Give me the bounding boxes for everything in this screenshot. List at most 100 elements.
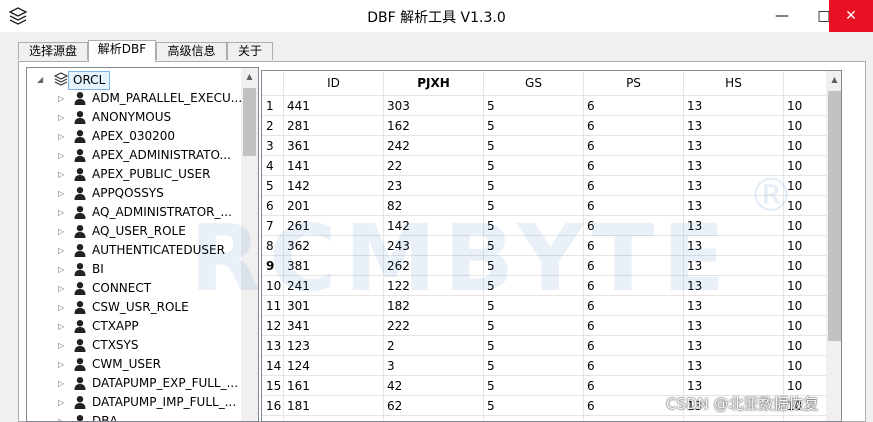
table-cell[interactable]: 123 xyxy=(284,336,384,356)
tree-item[interactable]: ▷ ANONYMOUS xyxy=(27,108,242,127)
expand-arrow-icon[interactable]: ▷ xyxy=(58,317,66,336)
table-row[interactable]: 13 123 2 5 6 13 10 xyxy=(262,336,828,356)
expand-arrow-icon[interactable]: ▷ xyxy=(58,146,66,165)
column-header[interactable]: GS xyxy=(484,71,584,96)
table-cell[interactable]: 5 xyxy=(484,136,584,156)
expand-arrow-icon[interactable]: ▷ xyxy=(58,203,66,222)
table-cell[interactable]: 222 xyxy=(384,316,484,336)
tree-item[interactable]: ▷ DATAPUMP_EXP_FULL_... xyxy=(27,374,242,393)
grid-scroll-thumb[interactable] xyxy=(828,91,841,341)
table-row[interactable]: 10 241 122 5 6 13 10 xyxy=(262,276,828,296)
expand-arrow-icon[interactable]: ▷ xyxy=(58,336,66,355)
expand-arrow-icon[interactable]: ▷ xyxy=(58,89,66,108)
table-row[interactable]: 14 124 3 5 6 13 10 xyxy=(262,356,828,376)
tree-scroll-thumb[interactable] xyxy=(243,88,256,156)
expand-arrow-icon[interactable]: ▷ xyxy=(58,374,66,393)
tree-item[interactable]: ▷ AQ_ADMINISTRATOR_... xyxy=(27,203,242,222)
minimize-button[interactable]: — xyxy=(760,0,804,32)
table-cell[interactable]: 10 xyxy=(784,236,828,256)
table-cell[interactable]: 13 xyxy=(684,156,784,176)
table-cell[interactable]: 6 xyxy=(584,196,684,216)
table-cell[interactable]: 161 xyxy=(284,376,384,396)
table-cell[interactable]: 5 xyxy=(484,276,584,296)
table-cell[interactable]: 6 xyxy=(584,256,684,276)
tree-item[interactable]: ▷ APEX_PUBLIC_USER xyxy=(27,165,242,184)
table-cell[interactable]: 5 xyxy=(484,236,584,256)
table-cell[interactable]: 341 xyxy=(284,316,384,336)
expand-arrow-icon[interactable]: ▷ xyxy=(58,165,66,184)
table-cell[interactable]: 13 xyxy=(684,196,784,216)
table-cell[interactable]: 122 xyxy=(384,276,484,296)
table-cell[interactable]: 6 xyxy=(584,156,684,176)
table-row[interactable]: 1 441 303 5 6 13 10 xyxy=(262,96,828,116)
table-cell[interactable]: 5 xyxy=(484,156,584,176)
table-cell[interactable]: 261 xyxy=(284,216,384,236)
tree-item[interactable]: ▷ ADM_PARALLEL_EXECU... xyxy=(27,89,242,108)
table-cell[interactable]: 301 xyxy=(284,296,384,316)
tree-item[interactable]: ▷ APEX_ADMINISTRATO... xyxy=(27,146,242,165)
table-cell[interactable]: 10 xyxy=(784,216,828,236)
table-cell[interactable]: 6 xyxy=(584,216,684,236)
table-cell[interactable]: 5 xyxy=(484,96,584,116)
scroll-up-icon[interactable]: ▲ xyxy=(241,68,258,85)
table-cell[interactable]: 10 xyxy=(784,356,828,376)
expand-arrow-icon[interactable]: ▷ xyxy=(58,260,66,279)
column-header[interactable]: ID xyxy=(284,71,384,96)
table-cell[interactable]: 10 xyxy=(784,96,828,116)
table-cell[interactable]: 10 xyxy=(784,416,828,421)
table-cell[interactable]: 201 xyxy=(284,196,384,216)
tree-root-node[interactable]: ◢ ORCL xyxy=(27,70,242,90)
table-cell[interactable]: 6 xyxy=(584,336,684,356)
table-cell[interactable]: 42 xyxy=(384,376,484,396)
table-cell[interactable]: 361 xyxy=(284,136,384,156)
table-cell[interactable]: 6 xyxy=(584,316,684,336)
tree-item[interactable]: ▷ CWM_USER xyxy=(27,355,242,374)
table-cell[interactable]: 13 xyxy=(684,416,784,421)
collapse-arrow-icon[interactable]: ◢ xyxy=(37,70,45,89)
table-cell[interactable]: 5 xyxy=(484,116,584,136)
table-cell[interactable]: 243 xyxy=(384,236,484,256)
table-row[interactable]: 3 361 242 5 6 13 10 xyxy=(262,136,828,156)
table-cell[interactable]: 6 xyxy=(584,296,684,316)
table-cell[interactable]: 13 xyxy=(684,336,784,356)
table-row[interactable]: 2 281 162 5 6 13 10 xyxy=(262,116,828,136)
table-row[interactable]: 17221102561310 xyxy=(262,416,828,421)
table-cell[interactable]: 10 xyxy=(784,116,828,136)
table-cell[interactable]: 23 xyxy=(384,176,484,196)
table-cell[interactable]: 5 xyxy=(484,216,584,236)
table-cell[interactable]: 124 xyxy=(284,356,384,376)
table-cell[interactable]: 10 xyxy=(784,276,828,296)
table-cell[interactable]: 13 xyxy=(684,296,784,316)
table-cell[interactable]: 2 xyxy=(384,336,484,356)
column-header[interactable] xyxy=(784,71,828,96)
table-row[interactable]: 6 201 82 5 6 13 10 xyxy=(262,196,828,216)
tab-advanced-info[interactable]: 高级信息 xyxy=(156,42,227,60)
table-cell[interactable]: 6 xyxy=(584,356,684,376)
scroll-up-icon[interactable]: ▲ xyxy=(826,71,841,88)
table-cell[interactable]: 242 xyxy=(384,136,484,156)
table-cell[interactable]: 82 xyxy=(384,196,484,216)
grid-scrollbar[interactable]: ▲ xyxy=(826,71,841,421)
table-cell[interactable]: 10 xyxy=(784,156,828,176)
tree-item[interactable]: ▷ AUTHENTICATEDUSER xyxy=(27,241,242,260)
table-cell[interactable]: 13 xyxy=(684,276,784,296)
table-cell[interactable]: 281 xyxy=(284,116,384,136)
table-cell[interactable]: 6 xyxy=(584,416,684,421)
tree-item[interactable]: ▷ BI xyxy=(27,260,242,279)
tree-item[interactable]: ▷ DBA xyxy=(27,412,242,421)
tab-select-source[interactable]: 选择源盘 xyxy=(18,42,88,60)
table-cell[interactable]: 241 xyxy=(284,276,384,296)
table-cell[interactable]: 13 xyxy=(684,176,784,196)
table-cell[interactable]: 141 xyxy=(284,156,384,176)
table-row[interactable]: 8 362 243 5 6 13 10 xyxy=(262,236,828,256)
table-cell[interactable]: 13 xyxy=(684,96,784,116)
expand-arrow-icon[interactable]: ▷ xyxy=(58,184,66,203)
table-cell[interactable]: 10 xyxy=(784,176,828,196)
table-cell[interactable]: 362 xyxy=(284,236,384,256)
table-cell[interactable]: 13 xyxy=(684,116,784,136)
table-cell[interactable]: 6 xyxy=(584,136,684,156)
table-cell[interactable]: 5 xyxy=(484,336,584,356)
expand-arrow-icon[interactable]: ▷ xyxy=(58,222,66,241)
table-cell[interactable]: 10 xyxy=(784,256,828,276)
expand-arrow-icon[interactable]: ▷ xyxy=(58,412,66,421)
